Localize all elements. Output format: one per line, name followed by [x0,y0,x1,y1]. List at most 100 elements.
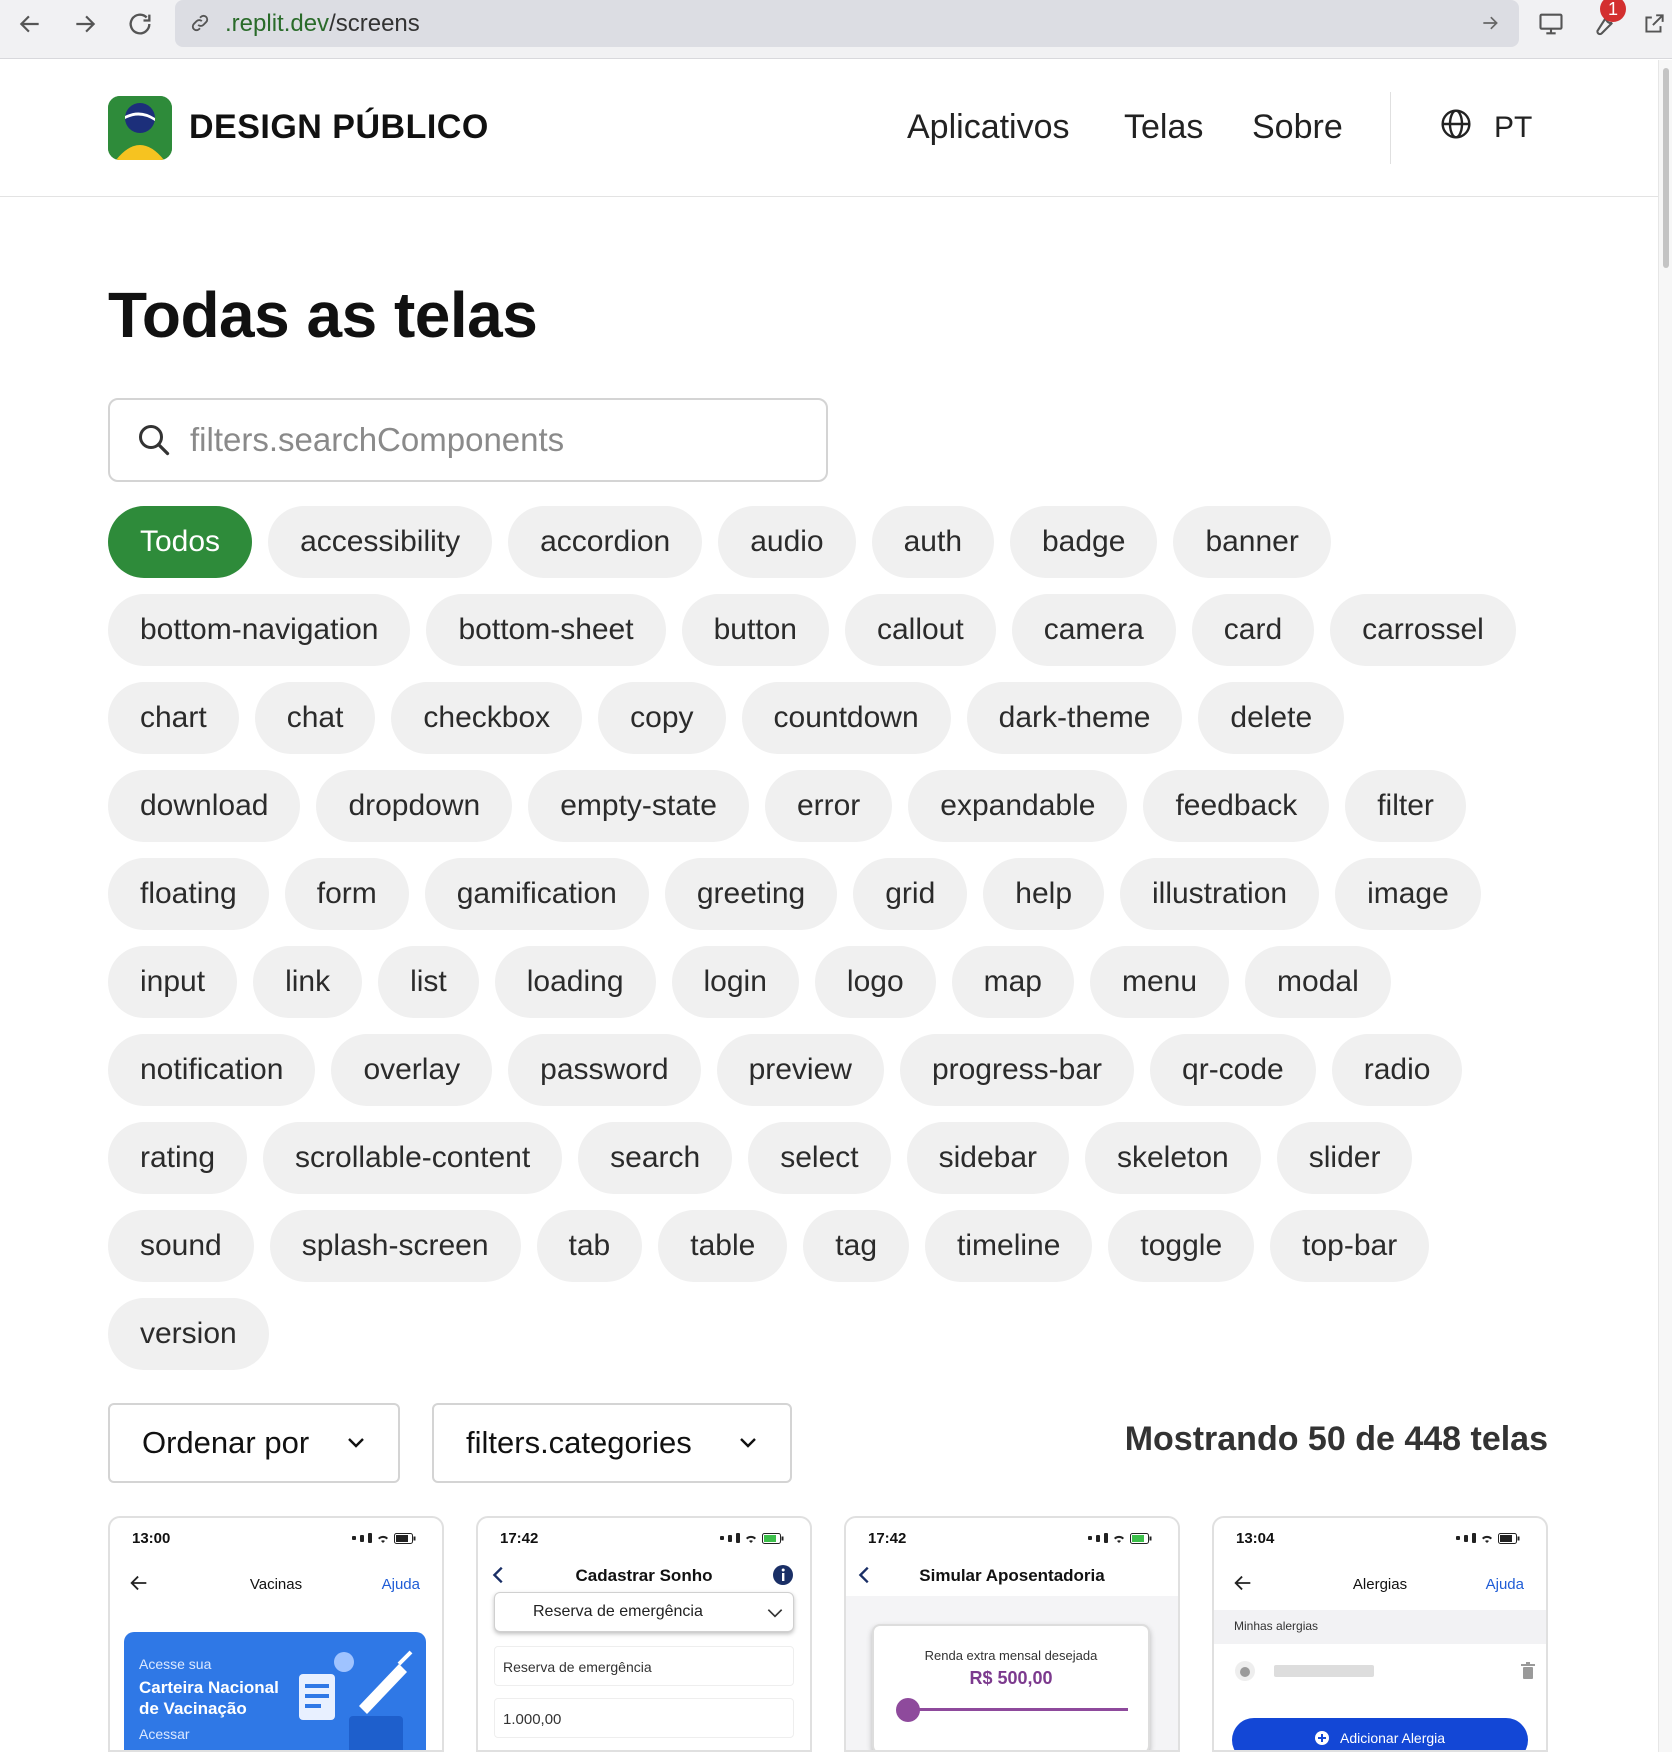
filter-chip-chat[interactable]: chat [254,682,376,754]
chevron-down-icon [767,1609,783,1618]
filter-chip-notification[interactable]: notification [108,1034,316,1106]
filter-chip-bottom-navigation[interactable]: bottom-navigation [108,594,411,666]
section-label: Minhas alergias [1234,1619,1319,1633]
filter-chip-delete[interactable]: delete [1198,682,1345,754]
filter-chip-card[interactable]: card [1191,594,1315,666]
address-bar[interactable]: .replit.dev/screens [175,0,1519,47]
filter-chip-overlay[interactable]: overlay [331,1034,493,1106]
back-arrow-icon[interactable] [12,6,48,42]
nav-link-telas[interactable]: Telas [1124,108,1203,147]
filter-chip-table[interactable]: table [658,1210,788,1282]
filter-chip-dropdown[interactable]: dropdown [316,770,513,842]
dream-dropdown: Reserva de emergência [494,1592,794,1632]
filter-chip-skeleton[interactable]: skeleton [1085,1122,1261,1194]
sort-select[interactable]: Ordenar por [108,1403,400,1483]
amount-field: 1.000,00 [494,1698,794,1738]
filter-chip-grid[interactable]: grid [853,858,968,930]
filter-chip-splash-screen[interactable]: splash-screen [269,1210,521,1282]
nav-link-aplicativos[interactable]: Aplicativos [907,108,1070,147]
search-input[interactable] [190,421,810,459]
filter-chip-banner[interactable]: banner [1173,506,1331,578]
filter-chip-modal[interactable]: modal [1245,946,1391,1018]
language-switcher[interactable]: PT [1440,108,1532,148]
filter-chip-login[interactable]: login [671,946,799,1018]
filter-chip-slider[interactable]: slider [1276,1122,1413,1194]
url-domain: .replit.dev [225,9,330,37]
filter-chip-dark-theme[interactable]: dark-theme [966,682,1183,754]
filter-chip-audio[interactable]: audio [718,506,856,578]
filter-chip-menu[interactable]: menu [1089,946,1230,1018]
filter-chip-rating[interactable]: rating [108,1122,248,1194]
vaccine-banner: Acesse sua Carteira Nacional de Vacinaçã… [124,1632,426,1750]
filter-chip-floating[interactable]: floating [108,858,269,930]
filter-chip-link[interactable]: link [253,946,363,1018]
filter-chip-sound[interactable]: sound [108,1210,254,1282]
filter-chip-version[interactable]: version [108,1298,269,1370]
filter-chip-timeline[interactable]: timeline [925,1210,1093,1282]
filter-chip-form[interactable]: form [284,858,409,930]
filter-chip-Todos[interactable]: Todos [108,506,253,578]
filter-chip-loading[interactable]: loading [494,946,656,1018]
filter-chip-radio[interactable]: radio [1331,1034,1463,1106]
filter-chip-download[interactable]: download [108,770,301,842]
filter-chip-preview[interactable]: preview [716,1034,884,1106]
text-field: Reserva de emergência [494,1646,794,1686]
filter-chip-badge[interactable]: badge [1010,506,1158,578]
wifi-icon [1482,1535,1492,1543]
filter-chip-list[interactable]: list [378,946,479,1018]
filter-chip-progress-bar[interactable]: progress-bar [899,1034,1135,1106]
reload-icon[interactable] [122,6,158,42]
page-scrollbar[interactable] [1658,60,1672,1752]
filter-chip-input[interactable]: input [108,946,238,1018]
filter-chip-callout[interactable]: callout [845,594,996,666]
filter-chip-toggle[interactable]: toggle [1108,1210,1255,1282]
filter-chip-accessibility[interactable]: accessibility [268,506,493,578]
filter-chip-camera[interactable]: camera [1011,594,1176,666]
brand-logo[interactable] [108,96,172,160]
filter-chip-scrollable-content[interactable]: scrollable-content [263,1122,563,1194]
filter-chip-filter[interactable]: filter [1345,770,1466,842]
filter-chip-expandable[interactable]: expandable [908,770,1128,842]
filter-chip-auth[interactable]: auth [871,506,994,578]
filter-chip-accordion[interactable]: accordion [508,506,703,578]
scrollbar-thumb[interactable] [1663,68,1669,268]
monitor-icon[interactable] [1533,6,1569,42]
brand-name[interactable]: DESIGN PÚBLICO [189,108,489,147]
filter-chip-empty-state[interactable]: empty-state [528,770,749,842]
filter-chip-copy[interactable]: copy [598,682,726,754]
nav-link-sobre[interactable]: Sobre [1252,108,1343,147]
screen-card-vacinas[interactable]: 13:00 Vacinas Ajuda Acesse sua Carteira … [108,1516,444,1752]
go-arrow-icon[interactable] [1475,8,1505,38]
forward-arrow-icon[interactable] [67,6,103,42]
screen-card-simular-aposentadoria[interactable]: 17:42 Simular Aposentadoria Renda extra … [844,1516,1180,1752]
filter-chip-logo[interactable]: logo [814,946,936,1018]
filter-chip-password[interactable]: password [508,1034,701,1106]
filter-chip-help[interactable]: help [983,858,1104,930]
filter-chip-qr-code[interactable]: qr-code [1150,1034,1316,1106]
filter-chip-tab[interactable]: tab [536,1210,643,1282]
filter-chip-error[interactable]: error [764,770,893,842]
filter-chip-sidebar[interactable]: sidebar [906,1122,1069,1194]
filter-chip-top-bar[interactable]: top-bar [1270,1210,1430,1282]
filter-chip-button[interactable]: button [681,594,829,666]
filter-chip-bottom-sheet[interactable]: bottom-sheet [426,594,666,666]
filter-chip-tag[interactable]: tag [803,1210,910,1282]
categories-select[interactable]: filters.categories [432,1403,792,1483]
filter-chip-illustration[interactable]: illustration [1120,858,1320,930]
filter-chip-countdown[interactable]: countdown [741,682,951,754]
filter-chip-feedback[interactable]: feedback [1143,770,1330,842]
open-external-icon[interactable] [1636,6,1672,42]
filter-chip-map[interactable]: map [951,946,1074,1018]
filter-chip-greeting[interactable]: greeting [664,858,838,930]
filter-chip-carrossel[interactable]: carrossel [1330,594,1516,666]
screen-card-alergias[interactable]: 13:04 Alergias Ajuda Minhas alergias Adi… [1212,1516,1548,1752]
screen-card-cadastrar-sonho[interactable]: 17:42 Cadastrar Sonho Reserva de emergên… [476,1516,812,1752]
filter-chip-chart[interactable]: chart [108,682,239,754]
filter-chip-image[interactable]: image [1335,858,1481,930]
filter-chip-search[interactable]: search [578,1122,733,1194]
filter-chip-select[interactable]: select [748,1122,891,1194]
chevron-down-icon [348,1438,364,1448]
search-box[interactable] [108,398,828,482]
filter-chip-checkbox[interactable]: checkbox [391,682,583,754]
filter-chip-gamification[interactable]: gamification [424,858,649,930]
